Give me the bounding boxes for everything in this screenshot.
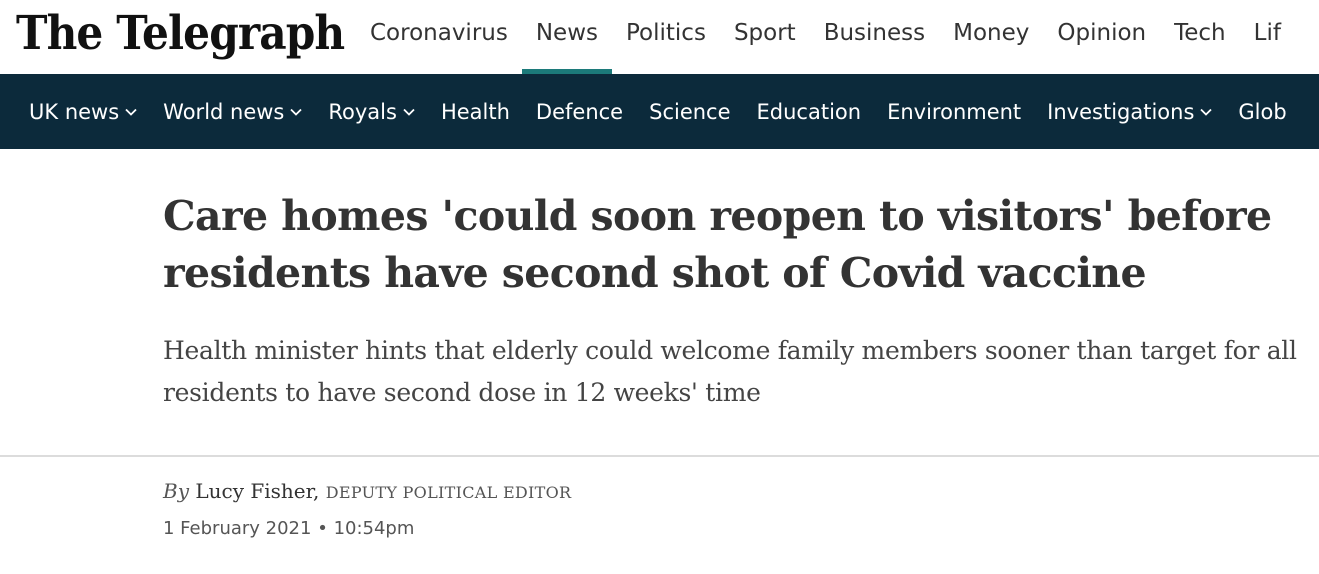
article-headline: Care homes 'could soon reopen to visitor… — [163, 192, 1272, 297]
section-nav-item-health[interactable]: Health — [428, 74, 523, 149]
top-nav-item-news[interactable]: News — [521, 0, 613, 74]
section-nav-label: UK news — [29, 99, 120, 124]
section-nav-label: Science — [649, 99, 731, 124]
section-nav-label: Royals — [328, 99, 397, 124]
top-nav-item-politics[interactable]: Politics — [612, 0, 720, 74]
section-nav-item-uk-news[interactable]: UK news — [16, 74, 150, 149]
top-nav: Coronavirus News Politics Sport Business Mone… — [356, 0, 1295, 74]
section-nav-item-environment[interactable]: Environment — [874, 74, 1034, 149]
section-nav-label: World news — [163, 99, 285, 124]
chevron-down-icon — [403, 108, 415, 116]
section-nav-label: Defence — [535, 99, 624, 124]
publish-date: 1 February 2021 — [163, 518, 312, 539]
section-nav-item-investigations[interactable]: Investigations — [1034, 74, 1225, 149]
date-separator: • — [317, 518, 328, 539]
dateline: 1 February 2021 • 10:54pm — [163, 518, 414, 539]
author-role: DEPUTY POLITICAL EDITOR — [325, 483, 572, 502]
section-nav-bar: UK news World news Royals Health Defence Scie… — [0, 74, 1319, 149]
header-divider — [0, 455, 1319, 457]
top-nav-item-opinion[interactable]: Opinion — [1043, 0, 1160, 74]
top-nav-item-coronavirus[interactable]: Coronavirus — [356, 0, 522, 74]
section-nav-label: Health — [440, 99, 510, 124]
section-nav-item-education[interactable]: Education — [744, 74, 875, 149]
top-nav-item-tech[interactable]: Tech — [1160, 0, 1240, 74]
section-nav-label: Education — [756, 99, 862, 124]
section-nav-item-world-news[interactable]: World news — [150, 74, 315, 149]
top-nav-item-business[interactable]: Business — [810, 0, 939, 74]
section-nav-item-science[interactable]: Science — [636, 74, 743, 149]
top-nav-item-sport[interactable]: Sport — [720, 0, 810, 74]
chevron-down-icon — [290, 108, 303, 116]
section-nav: UK news World news Royals Health Defence Scie… — [16, 74, 1300, 149]
section-nav-label: Glob — [1238, 99, 1287, 124]
section-nav-label: Investigations — [1047, 99, 1195, 124]
byline: By Lucy Fisher, DEPUTY POLITICAL EDITOR — [163, 479, 571, 503]
top-nav-item-lif[interactable]: Lif — [1240, 0, 1295, 74]
publish-time: 10:54pm — [333, 518, 415, 539]
top-nav-item-money[interactable]: Money — [939, 0, 1043, 74]
article-standfirst: Health minister hints that elderly could… — [163, 336, 1297, 407]
chevron-down-icon — [125, 108, 137, 116]
chevron-down-icon — [1200, 108, 1213, 116]
telegraph-logo[interactable]: The Telegraph — [16, 4, 345, 64]
section-nav-item-defence[interactable]: Defence — [523, 74, 636, 149]
section-nav-item-glob[interactable]: Glob — [1225, 74, 1299, 149]
section-nav-item-royals[interactable]: Royals — [315, 74, 428, 149]
byline-prefix: By — [163, 479, 189, 503]
brand-bar: The Telegraph Coronavirus News Politics Spo… — [0, 0, 1319, 74]
author-link[interactable]: Lucy Fisher, — [195, 479, 319, 503]
section-nav-label: Environment — [887, 99, 1022, 124]
